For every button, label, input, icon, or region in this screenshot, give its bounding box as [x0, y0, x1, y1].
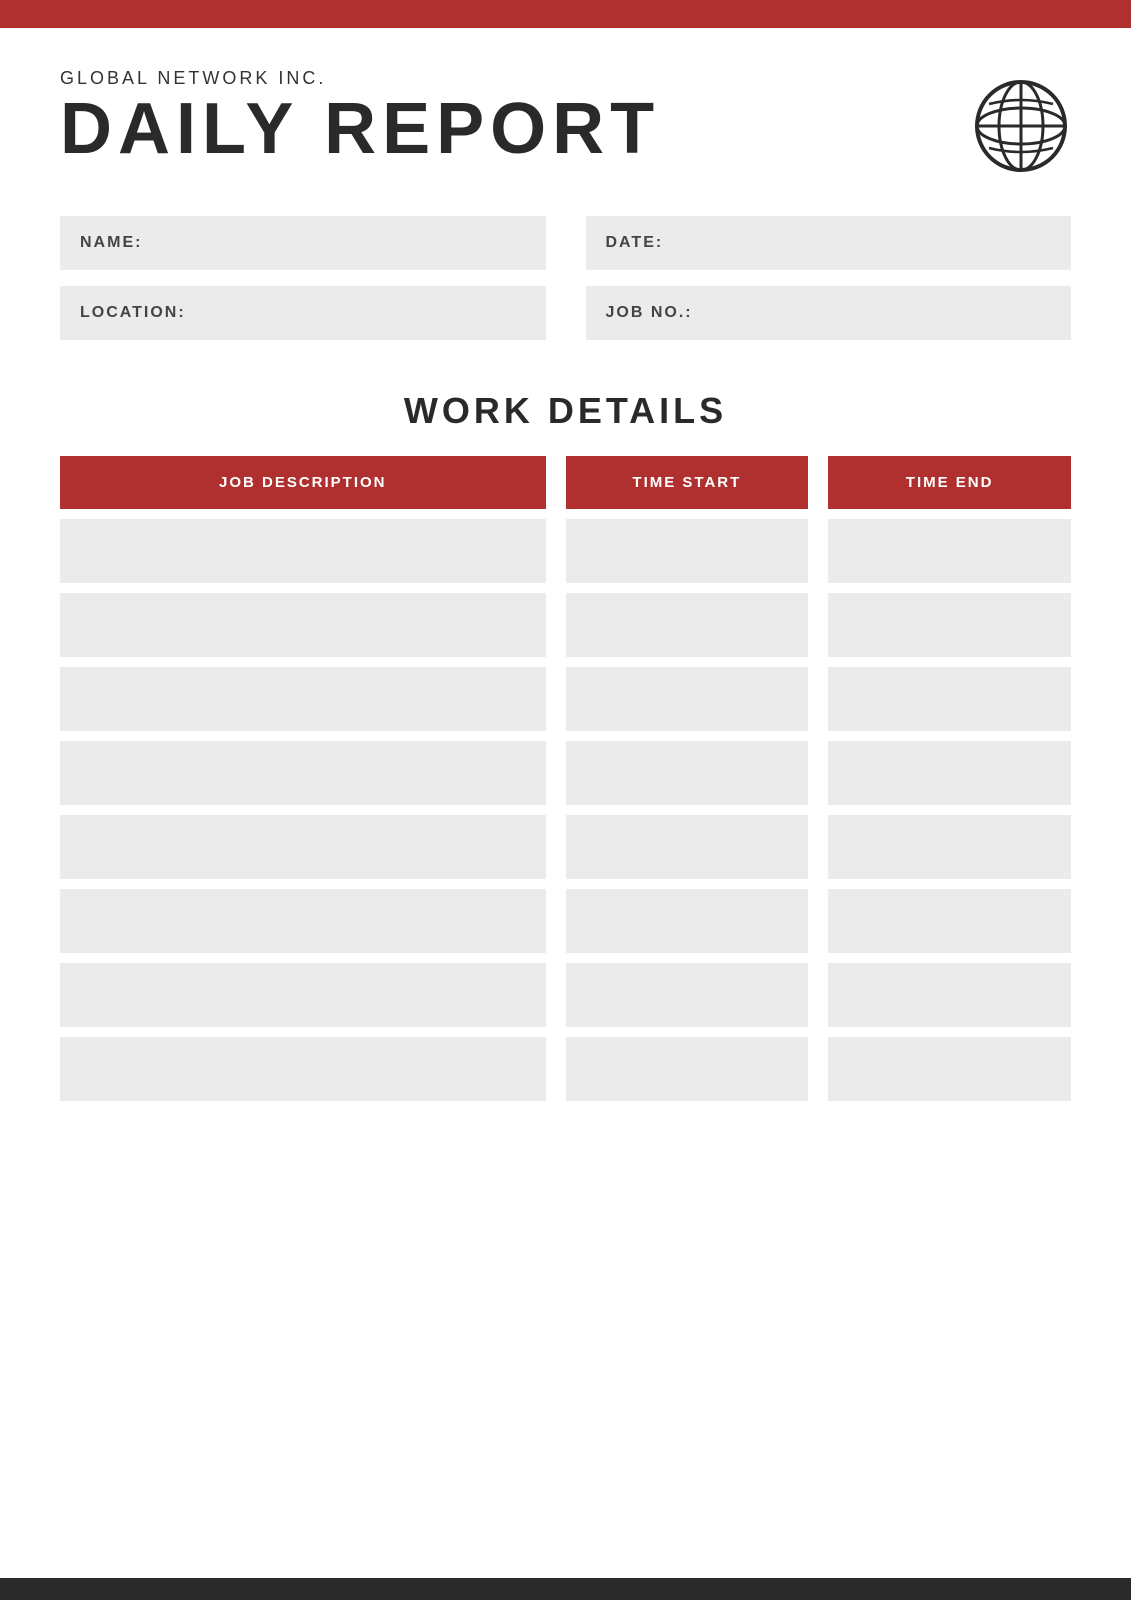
- report-title: DAILY REPORT: [60, 93, 660, 165]
- col-job-description: JOB DESCRIPTION: [60, 456, 546, 509]
- cell-time-start-3[interactable]: [566, 667, 809, 731]
- cell-time-end-3[interactable]: [828, 667, 1071, 731]
- cell-time-end-2[interactable]: [828, 593, 1071, 657]
- cell-time-start-5[interactable]: [566, 815, 809, 879]
- table-row: [60, 1037, 1071, 1101]
- company-name: GLOBAL NETWORK INC.: [60, 68, 660, 89]
- date-label: DATE:: [606, 234, 664, 252]
- top-bar: [0, 0, 1131, 28]
- table-row: [60, 667, 1071, 731]
- header-section: GLOBAL NETWORK INC. DAILY REPORT: [60, 68, 1071, 176]
- name-label: NAME:: [80, 234, 142, 252]
- cell-job-desc-6[interactable]: [60, 889, 546, 953]
- globe-icon: [971, 76, 1071, 176]
- table-header: JOB DESCRIPTION TIME START TIME END: [60, 456, 1071, 509]
- table-row: [60, 741, 1071, 805]
- cell-job-desc-2[interactable]: [60, 593, 546, 657]
- cell-time-end-7[interactable]: [828, 963, 1071, 1027]
- cell-job-desc-5[interactable]: [60, 815, 546, 879]
- col-time-end: TIME END: [828, 456, 1071, 509]
- cell-time-end-4[interactable]: [828, 741, 1071, 805]
- job-no-field[interactable]: JOB NO.:: [586, 286, 1072, 340]
- col-time-start: TIME START: [566, 456, 809, 509]
- cell-job-desc-8[interactable]: [60, 1037, 546, 1101]
- date-field[interactable]: DATE:: [586, 216, 1072, 270]
- cell-time-start-8[interactable]: [566, 1037, 809, 1101]
- table-row: [60, 963, 1071, 1027]
- cell-job-desc-3[interactable]: [60, 667, 546, 731]
- header-left: GLOBAL NETWORK INC. DAILY REPORT: [60, 68, 660, 165]
- cell-job-desc-4[interactable]: [60, 741, 546, 805]
- name-field[interactable]: NAME:: [60, 216, 546, 270]
- table-row: [60, 815, 1071, 879]
- cell-time-start-2[interactable]: [566, 593, 809, 657]
- info-grid: NAME: DATE: LOCATION: JOB NO.:: [60, 216, 1071, 340]
- location-field[interactable]: LOCATION:: [60, 286, 546, 340]
- cell-time-end-6[interactable]: [828, 889, 1071, 953]
- cell-job-desc-1[interactable]: [60, 519, 546, 583]
- table-row: [60, 889, 1071, 953]
- cell-time-start-7[interactable]: [566, 963, 809, 1027]
- page-content: GLOBAL NETWORK INC. DAILY REPORT: [0, 28, 1131, 1141]
- cell-time-end-8[interactable]: [828, 1037, 1071, 1101]
- table-row: [60, 593, 1071, 657]
- cell-time-start-6[interactable]: [566, 889, 809, 953]
- cell-time-start-1[interactable]: [566, 519, 809, 583]
- table-row: [60, 519, 1071, 583]
- section-title: WORK DETAILS: [60, 390, 1071, 432]
- job-no-label: JOB NO.:: [606, 304, 693, 322]
- table-rows: [60, 519, 1071, 1101]
- location-label: LOCATION:: [80, 304, 186, 322]
- cell-time-start-4[interactable]: [566, 741, 809, 805]
- cell-time-end-1[interactable]: [828, 519, 1071, 583]
- bottom-bar: [0, 1578, 1131, 1600]
- cell-time-end-5[interactable]: [828, 815, 1071, 879]
- cell-job-desc-7[interactable]: [60, 963, 546, 1027]
